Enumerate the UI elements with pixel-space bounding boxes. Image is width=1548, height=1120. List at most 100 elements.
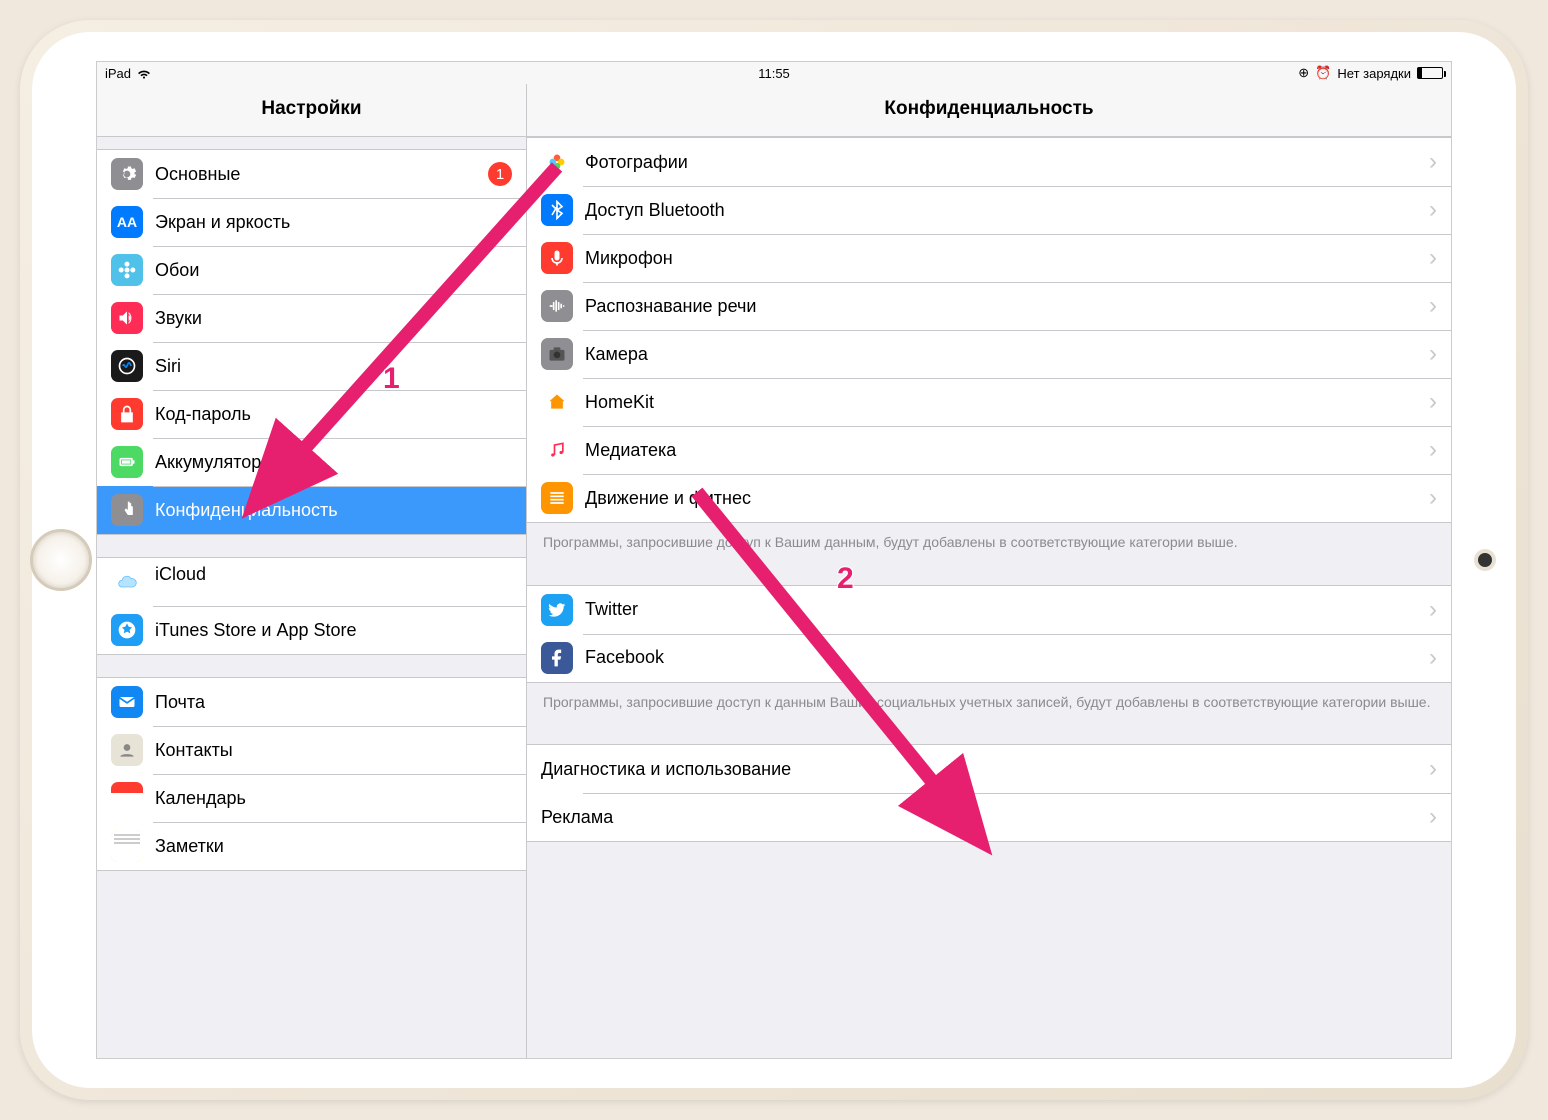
chevron-right-icon: › bbox=[1429, 438, 1437, 462]
flower-icon bbox=[111, 254, 143, 286]
sidebar-item-mail[interactable]: Почта bbox=[97, 678, 526, 726]
section-footnote: Программы, запросившие доступ к Вашим да… bbox=[527, 523, 1451, 563]
sidebar-label: Звуки bbox=[155, 308, 526, 329]
status-time: 11:55 bbox=[758, 66, 790, 81]
battery-icon bbox=[1417, 67, 1443, 79]
detail-item-media[interactable]: Медиатека› bbox=[527, 426, 1451, 474]
detail-label: Доступ Bluetooth bbox=[585, 200, 1429, 221]
sidebar-label: Siri bbox=[155, 356, 526, 377]
sidebar-label: Обои bbox=[155, 260, 526, 281]
appstore-icon bbox=[111, 614, 143, 646]
chevron-right-icon: › bbox=[1429, 757, 1437, 781]
sidebar-item-wallpaper[interactable]: Обои bbox=[97, 246, 526, 294]
section-footnote: Программы, запросившие доступ к данным В… bbox=[527, 683, 1451, 723]
tablet-bezel: iPad 11:55 ⊕ ⏰ Нет зарядки Настройки Осн… bbox=[32, 32, 1516, 1088]
detail-item-twitter[interactable]: Twitter› bbox=[527, 586, 1451, 634]
status-bar: iPad 11:55 ⊕ ⏰ Нет зарядки bbox=[97, 62, 1451, 84]
front-camera bbox=[1478, 553, 1492, 567]
sidebar-label: Аккумулятор bbox=[155, 452, 526, 473]
detail-item-speech[interactable]: Распознавание речи› bbox=[527, 282, 1451, 330]
rotation-lock-icon: ⊕ bbox=[1298, 65, 1309, 81]
sidebar-label: iCloud bbox=[155, 564, 526, 585]
detail-item-homekit[interactable]: HomeKit› bbox=[527, 378, 1451, 426]
sidebar-label: Календарь bbox=[155, 788, 526, 809]
bluetooth-icon bbox=[541, 194, 573, 226]
speaker-icon bbox=[111, 302, 143, 334]
sidebar-item-notes[interactable]: Заметки bbox=[97, 822, 526, 870]
sidebar-label: Код-пароль bbox=[155, 404, 526, 425]
sidebar-item-siri[interactable]: Siri bbox=[97, 342, 526, 390]
chevron-right-icon: › bbox=[1429, 486, 1437, 510]
chevron-right-icon: › bbox=[1429, 390, 1437, 414]
sidebar-label: Почта bbox=[155, 692, 526, 713]
sidebar-label: Конфиденциальность bbox=[155, 500, 526, 521]
photos-icon bbox=[541, 146, 573, 178]
chevron-right-icon: › bbox=[1429, 646, 1437, 670]
sidebar-item-sounds[interactable]: Звуки bbox=[97, 294, 526, 342]
wifi-icon bbox=[137, 66, 151, 80]
siri-icon bbox=[111, 350, 143, 382]
detail-label: Камера bbox=[585, 344, 1429, 365]
cloud-icon bbox=[111, 566, 143, 598]
facebook-icon bbox=[541, 642, 573, 674]
detail-item-mic[interactable]: Микрофон› bbox=[527, 234, 1451, 282]
home-icon bbox=[541, 386, 573, 418]
sidebar-item-calendar[interactable]: Календарь bbox=[97, 774, 526, 822]
detail-item-camera[interactable]: Камера› bbox=[527, 330, 1451, 378]
sidebar-item-contacts[interactable]: Контакты bbox=[97, 726, 526, 774]
sidebar-item-display[interactable]: AA Экран и яркость bbox=[97, 198, 526, 246]
detail-label: Движение и фитнес bbox=[585, 488, 1429, 509]
sidebar-item-battery[interactable]: Аккумулятор bbox=[97, 438, 526, 486]
chevron-right-icon: › bbox=[1429, 246, 1437, 270]
sidebar-item-privacy[interactable]: Конфиденциальность bbox=[97, 486, 526, 534]
chevron-right-icon: › bbox=[1429, 805, 1437, 829]
detail-label: Микрофон bbox=[585, 248, 1429, 269]
camera-icon bbox=[541, 338, 573, 370]
chevron-right-icon: › bbox=[1429, 598, 1437, 622]
chevron-right-icon: › bbox=[1429, 342, 1437, 366]
calendar-icon bbox=[111, 782, 143, 814]
detail-label: HomeKit bbox=[585, 392, 1429, 413]
detail-label: Twitter bbox=[585, 599, 1429, 620]
mic-icon bbox=[541, 242, 573, 274]
sidebar-label: Основные bbox=[155, 164, 488, 185]
sidebar-label: iTunes Store и App Store bbox=[155, 620, 526, 641]
detail-label: Facebook bbox=[585, 647, 1429, 668]
detail-item-bluetooth[interactable]: Доступ Bluetooth› bbox=[527, 186, 1451, 234]
detail-label: Реклама bbox=[541, 807, 1429, 828]
sidebar-item-general[interactable]: Основные1 bbox=[97, 150, 526, 198]
charge-text: Нет зарядки bbox=[1337, 66, 1411, 81]
music-icon bbox=[541, 434, 573, 466]
sidebar-label: Экран и яркость bbox=[155, 212, 526, 233]
contacts-icon bbox=[111, 734, 143, 766]
hand-icon bbox=[111, 494, 143, 526]
detail-item-ads[interactable]: Реклама› bbox=[527, 793, 1451, 841]
detail-label: Фотографии bbox=[585, 152, 1429, 173]
chevron-right-icon: › bbox=[1429, 150, 1437, 174]
battery-icon bbox=[111, 446, 143, 478]
detail-label: Диагностика и использование bbox=[541, 759, 1429, 780]
sidebar-item-passcode[interactable]: Код-пароль bbox=[97, 390, 526, 438]
detail-label: Распознавание речи bbox=[585, 296, 1429, 317]
sidebar-item-itunes[interactable]: iTunes Store и App Store bbox=[97, 606, 526, 654]
notes-icon bbox=[111, 830, 143, 862]
sidebar-label: Контакты bbox=[155, 740, 526, 761]
tablet-frame: iPad 11:55 ⊕ ⏰ Нет зарядки Настройки Осн… bbox=[20, 20, 1528, 1100]
detail-item-photos[interactable]: Фотографии› bbox=[527, 138, 1451, 186]
sidebar-item-icloud[interactable]: iCloud bbox=[97, 558, 526, 606]
detail-item-facebook[interactable]: Facebook› bbox=[527, 634, 1451, 682]
chevron-right-icon: › bbox=[1429, 198, 1437, 222]
sidebar-sub bbox=[155, 585, 526, 600]
device-label: iPad bbox=[105, 66, 131, 81]
detail-item-motion[interactable]: Движение и фитнес› bbox=[527, 474, 1451, 522]
sidebar-title: Настройки bbox=[97, 84, 526, 137]
chevron-right-icon: › bbox=[1429, 294, 1437, 318]
aa-icon: AA bbox=[111, 206, 143, 238]
wave-icon bbox=[541, 290, 573, 322]
badge: 1 bbox=[488, 162, 512, 186]
lock-icon bbox=[111, 398, 143, 430]
sidebar-label: Заметки bbox=[155, 836, 526, 857]
twitter-icon bbox=[541, 594, 573, 626]
detail-item-diagnostics[interactable]: Диагностика и использование› bbox=[527, 745, 1451, 793]
home-button[interactable] bbox=[30, 529, 92, 591]
